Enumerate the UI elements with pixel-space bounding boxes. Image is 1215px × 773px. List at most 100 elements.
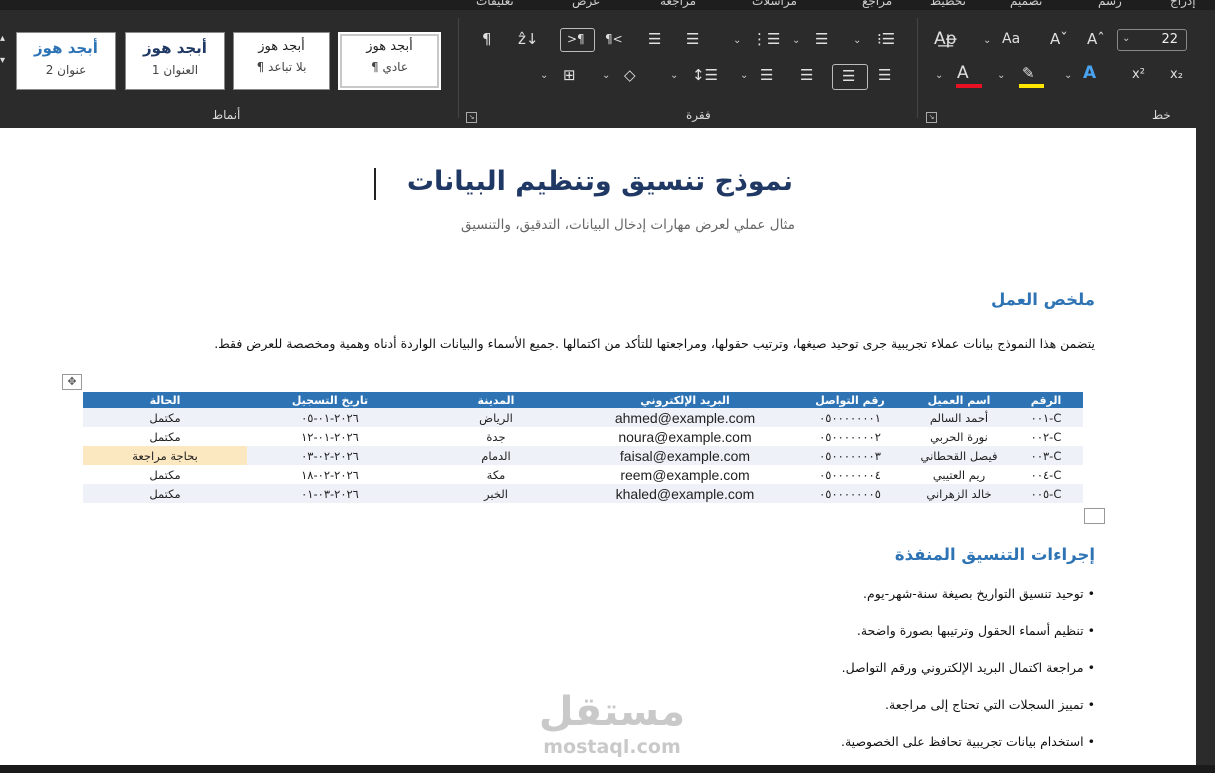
chevron-down-icon[interactable]: ⌄ [983, 35, 991, 46]
chevron-down-icon[interactable]: ⌄ [997, 70, 1005, 81]
style-sample: أبجد هوز [143, 39, 207, 57]
table-row: C-٠٠١ أحمد السالم ٠٥٠٠٠٠٠٠٠١ ahmed@examp… [83, 408, 1083, 427]
chevron-down-icon[interactable]: ⌄ [740, 70, 748, 81]
grow-font-icon[interactable]: Aˆ [1087, 30, 1105, 48]
vertical-scrollbar[interactable] [1196, 128, 1215, 773]
style-normal[interactable]: أبجد هوز ¶ عادي [338, 32, 441, 90]
column-header: الرقم [1009, 392, 1083, 408]
shading-icon[interactable]: ◇ [624, 66, 636, 84]
list-item: • توحيد تنسيق التواريخ بصيغة سنة-شهر-يوم… [863, 586, 1095, 601]
increase-indent-icon[interactable]: ☰ [686, 30, 699, 48]
tab-layout[interactable]: تخطيط [930, 0, 966, 8]
chevron-down-icon: ⌄ [1122, 33, 1131, 44]
tab-comments[interactable]: تعليقات [476, 0, 514, 8]
style-name: ¶ عادي [370, 60, 408, 74]
gallery-scroll-down-icon[interactable]: ▾ [0, 52, 5, 70]
numbering-icon[interactable]: ☰ [815, 30, 828, 48]
group-label-font: خط [1152, 108, 1171, 122]
subscript-icon[interactable]: x₂ [1170, 66, 1183, 84]
cell-date: ٢٠٢٦-٠١-١٢ [301, 429, 359, 444]
cell-id: C-٠٠٣ [1009, 446, 1083, 465]
table-resize-handle[interactable] [1084, 508, 1105, 524]
cell-name: أحمد السالم [909, 408, 1009, 427]
align-center-icon: ☰ [842, 67, 856, 85]
tab-design[interactable]: تصميم [1010, 0, 1042, 8]
bullets-icon[interactable]: ⁝☰ [877, 30, 895, 48]
style-name: العنوان 1 [151, 63, 199, 77]
change-case-icon[interactable]: Aa [1002, 30, 1020, 48]
align-left-icon[interactable]: ☰ [800, 66, 813, 84]
list-item: • تنظيم أسماء الحقول وترتيبها بصورة واضح… [856, 623, 1095, 638]
cell-id: C-٠٠٥ [1009, 484, 1083, 503]
document-subtitle: مثال عملي لعرض مهارات إدخال البيانات، ال… [461, 217, 795, 233]
cell-email: faisal@example.com [579, 446, 791, 465]
tab-review[interactable]: مراجعة [660, 0, 696, 8]
line-spacing-icon[interactable]: ↕☰ [692, 66, 718, 84]
tab-draw[interactable]: رسم [1098, 0, 1122, 8]
cell-phone: ٠٥٠٠٠٠٠٠٠٣ [791, 446, 909, 465]
gallery-scroll-up-icon[interactable]: ▴ [0, 30, 5, 48]
column-header: اسم العميل [909, 392, 1009, 408]
cell-status: مكتمل [83, 408, 247, 427]
chevron-down-icon[interactable]: ⌄ [792, 35, 800, 46]
tab-insert[interactable]: إدراج [1170, 0, 1196, 8]
multilevel-list-icon[interactable]: ⋮☰ [752, 30, 780, 48]
cell-id: C-٠٠١ [1009, 408, 1083, 427]
cell-email: khaled@example.com [579, 484, 791, 503]
cell-status: مكتمل [149, 467, 181, 482]
column-header: المدينة [413, 392, 579, 408]
cell-name: نورة الحربي [930, 429, 988, 444]
style-heading-1[interactable]: أبجد هوز العنوان 1 [125, 32, 225, 90]
text-effects-icon[interactable]: A [1083, 64, 1096, 82]
summary-paragraph: يتضمن هذا النموذج بيانات عملاء تجريبية ج… [214, 336, 1095, 351]
chevron-down-icon[interactable]: ⌄ [935, 70, 943, 81]
clear-formatting-icon[interactable]: A͟ᵽ [934, 30, 957, 48]
bullet-icon: • [1083, 734, 1095, 749]
status-bar [0, 765, 1215, 773]
table-row: C-٠٠٤ ريم العتيبي ٠٥٠٠٠٠٠٠٠٤ reem@exampl… [83, 465, 1083, 484]
font-dialog-launcher-icon[interactable]: ↘ [926, 112, 937, 123]
cell-city: الخبر [413, 484, 579, 503]
table-move-handle-icon[interactable]: ✥ [62, 374, 82, 390]
chevron-down-icon[interactable]: ⌄ [853, 35, 861, 46]
font-size-select[interactable]: ⌄ 22 [1117, 29, 1187, 51]
tab-mailings[interactable]: مراسلات [752, 0, 797, 8]
style-heading-2[interactable]: أبجد هوز عنوان 2 [16, 32, 116, 90]
cell-city: جدة [486, 429, 506, 444]
table-row: C-٠٠٣ فيصل القحطاني ٠٥٠٠٠٠٠٠٠٣ faisal@ex… [83, 446, 1083, 465]
chevron-down-icon[interactable]: ⌄ [540, 70, 548, 81]
table-header-row: الرقم اسم العميل رقم التواصل البريد الإل… [83, 392, 1083, 408]
bullet-icon: • [1083, 586, 1095, 601]
cell-email: noura@example.com [618, 428, 752, 445]
table-row: C-٠٠٥ خالد الزهراني ٠٥٠٠٠٠٠٠٠٥ khaled@ex… [83, 484, 1083, 503]
paragraph-dialog-launcher-icon[interactable]: ↘ [466, 112, 477, 123]
justify-icon[interactable]: ☰ [760, 66, 773, 84]
font-size-value: 22 [1161, 32, 1178, 47]
actions-heading: إجراءات التنسيق المنفذة [894, 545, 1095, 564]
column-header: رقم التواصل [791, 392, 909, 408]
chevron-down-icon[interactable]: ⌄ [1064, 70, 1072, 81]
show-marks-icon[interactable]: ¶ [482, 30, 492, 48]
superscript-icon[interactable]: x² [1132, 66, 1145, 84]
decrease-indent-icon[interactable]: ☰ [648, 30, 661, 48]
cell-city: الدمام [413, 446, 579, 465]
chevron-down-icon[interactable]: ⌄ [733, 35, 741, 46]
chevron-down-icon[interactable]: ⌄ [602, 70, 610, 81]
document-page[interactable]: نموذج تنسيق وتنظيم البيانات مثال عملي لع… [0, 128, 1196, 765]
shrink-font-icon[interactable]: Aˇ [1050, 30, 1068, 48]
ltr-direction-icon[interactable]: ¶< [605, 30, 623, 48]
style-no-spacing[interactable]: أبجد هوز ¶ بلا تباعد [233, 32, 330, 90]
align-right-icon[interactable]: ☰ [878, 66, 891, 84]
font-color-icon[interactable]: A [957, 64, 969, 82]
rtl-direction-button[interactable]: >¶ [560, 28, 595, 52]
highlight-icon[interactable]: ✎ [1022, 64, 1035, 82]
cell-date: ٢٠٢٦-٠٢-١٨ [301, 467, 359, 482]
column-header: البريد الإلكتروني [579, 392, 791, 408]
align-center-button[interactable]: ☰ [832, 64, 868, 90]
tab-references[interactable]: مراجع [862, 0, 892, 8]
cell-name: ريم العتيبي [932, 467, 986, 482]
tab-view[interactable]: عرض [572, 0, 600, 8]
borders-icon[interactable]: ⊞ [563, 66, 576, 84]
sort-icon[interactable]: ẑ↓ [518, 30, 538, 48]
chevron-down-icon[interactable]: ⌄ [670, 70, 678, 81]
